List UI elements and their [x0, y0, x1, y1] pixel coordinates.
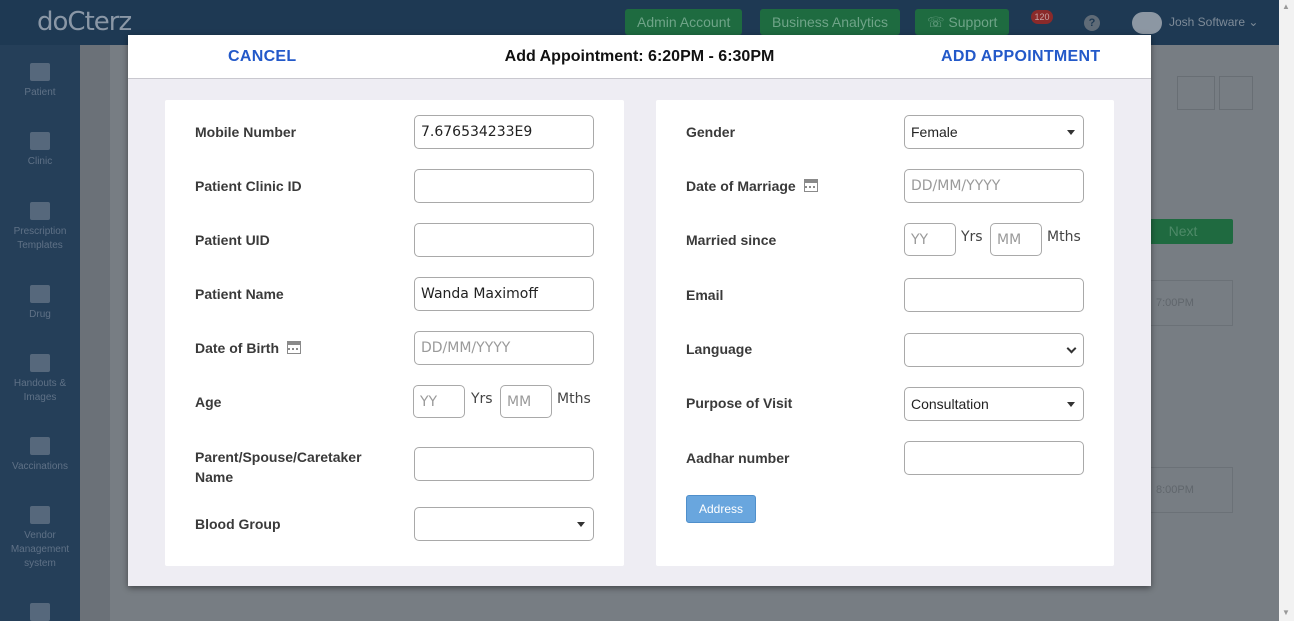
caretaker-name-field[interactable]: [414, 447, 594, 481]
sidebar: Patient Clinic Prescription Templates Dr…: [0, 45, 80, 621]
patient-clinic-id-field[interactable]: [414, 169, 594, 203]
calendar-icon[interactable]: [287, 341, 301, 354]
sidebar-item-label: Handouts & Images: [13, 378, 67, 403]
age-months-placeholder: MM: [507, 394, 532, 410]
age-years-placeholder: YY: [420, 394, 438, 410]
age-years-unit: Yrs: [471, 391, 493, 407]
support-label: Support: [948, 14, 998, 30]
support-button[interactable]: ☏ Support: [915, 9, 1010, 35]
email-label: Email: [686, 287, 724, 303]
patient-clinic-id-label: Patient Clinic ID: [195, 178, 302, 194]
admin-account-button[interactable]: Admin Account: [625, 9, 743, 35]
avatar[interactable]: [1132, 12, 1162, 34]
date-of-birth-field[interactable]: DD/MM/YYYY: [414, 331, 594, 365]
purpose-of-visit-label: Purpose of Visit: [686, 395, 793, 411]
married-years-placeholder: YY: [911, 232, 929, 248]
user-name: Josh Software: [1169, 15, 1246, 29]
medkit-icon: [30, 285, 50, 303]
married-months-field[interactable]: MM: [990, 223, 1042, 256]
refresh-icon[interactable]: [1219, 76, 1253, 110]
file-icon: [30, 437, 50, 455]
business-analytics-button[interactable]: Business Analytics: [760, 9, 900, 35]
date-of-marriage-placeholder: DD/MM/YYYY: [911, 178, 1001, 194]
gender-select[interactable]: Female: [904, 115, 1084, 149]
email-field[interactable]: [904, 278, 1084, 312]
sidebar-item-label: Patient: [24, 87, 56, 98]
file-list-icon: [30, 506, 50, 524]
scroll-down-icon[interactable]: ▼: [1282, 608, 1290, 617]
sidebar-item-label: Prescription Templates: [13, 226, 67, 251]
page-scrollbar[interactable]: ▲ ▼: [1279, 0, 1294, 621]
notification-badge[interactable]: 120: [1031, 10, 1053, 24]
additional-details-card: Gender Female Date of Marriage DD/MM/YYY…: [656, 100, 1114, 566]
patient-uid-label: Patient UID: [195, 232, 270, 248]
gender-label: Gender: [686, 124, 736, 140]
date-of-birth-label: Date of Birth: [195, 338, 301, 358]
purpose-of-visit-value: Consultation: [911, 396, 989, 412]
help-icon[interactable]: ?: [1084, 15, 1100, 31]
age-label: Age: [195, 394, 222, 410]
app-logo: doCterz: [37, 7, 132, 37]
married-months-unit: Mths: [1047, 229, 1081, 245]
sidebar-item-drug[interactable]: Drug: [0, 285, 80, 322]
mail-icon: [30, 603, 50, 621]
scroll-up-icon[interactable]: ▲: [1282, 2, 1290, 11]
modal-header: CANCEL Add Appointment: 6:20PM - 6:30PM …: [128, 35, 1151, 79]
age-years-field[interactable]: YY: [413, 385, 465, 418]
stethoscope-icon: [30, 132, 50, 150]
age-months-field[interactable]: MM: [500, 385, 552, 418]
patient-details-card: Mobile Number 7.676534233E9 Patient Clin…: [165, 100, 624, 566]
search-icon[interactable]: [1177, 76, 1215, 110]
language-label: Language: [686, 341, 753, 357]
calendar-icon[interactable]: [803, 179, 818, 192]
sidebar-item-label: Clinic: [27, 156, 53, 167]
blood-group-label: Blood Group: [195, 516, 281, 532]
date-of-birth-label-text: Date of Birth: [195, 340, 279, 356]
sidebar-item-patient[interactable]: Patient: [0, 63, 80, 100]
married-since-label: Married since: [686, 232, 777, 248]
blood-group-select[interactable]: [414, 507, 594, 541]
sidebar-item-vaccinations[interactable]: Vaccinations: [0, 437, 80, 474]
document-icon: [30, 202, 50, 220]
mobile-number-label: Mobile Number: [195, 124, 297, 140]
married-years-field[interactable]: YY: [904, 223, 956, 256]
age-months-unit: Mths: [557, 391, 591, 407]
patient-uid-field[interactable]: [414, 223, 594, 257]
add-appointment-modal: CANCEL Add Appointment: 6:20PM - 6:30PM …: [128, 35, 1151, 586]
sidebar-item-label: Vendor Management system: [10, 530, 70, 569]
book-icon: [30, 354, 50, 372]
married-years-unit: Yrs: [961, 229, 983, 245]
grid-icon: [30, 63, 50, 81]
aadhar-number-label: Aadhar number: [686, 450, 790, 466]
mobile-number-field[interactable]: 7.676534233E9: [414, 115, 594, 149]
date-of-marriage-field[interactable]: DD/MM/YYYY: [904, 169, 1084, 203]
sidebar-item-label: Drug: [29, 309, 51, 320]
patient-name-label: Patient Name: [195, 286, 284, 302]
gender-value: Female: [911, 124, 958, 140]
user-menu[interactable]: Josh Software ⌄: [1169, 15, 1258, 29]
chevron-down-icon: [1066, 343, 1077, 354]
married-months-placeholder: MM: [997, 232, 1022, 248]
sidebar-item-label: Vaccinations: [12, 461, 68, 472]
sidebar-item-vendor[interactable]: Vendor Management system: [0, 506, 80, 571]
address-button[interactable]: Address: [686, 495, 756, 523]
caret-down-icon: [1067, 130, 1075, 135]
date-of-marriage-label-text: Date of Marriage: [686, 178, 796, 194]
date-of-birth-placeholder: DD/MM/YYYY: [421, 340, 511, 356]
caret-down-icon: [577, 522, 585, 527]
patient-name-field[interactable]: Wanda Maximoff: [414, 277, 594, 311]
sidebar-item-mail[interactable]: [0, 603, 80, 621]
purpose-of-visit-select[interactable]: Consultation: [904, 387, 1084, 421]
language-select[interactable]: [904, 333, 1084, 367]
aadhar-number-field[interactable]: [904, 441, 1084, 475]
sidebar-item-handouts[interactable]: Handouts & Images: [0, 354, 80, 405]
sidebar-item-prescription-templates[interactable]: Prescription Templates: [0, 202, 80, 253]
date-of-marriage-label: Date of Marriage: [686, 176, 818, 196]
caretaker-name-label: Parent/Spouse/Caretaker Name: [195, 449, 362, 485]
add-appointment-button[interactable]: ADD APPOINTMENT: [941, 48, 1100, 66]
caret-down-icon: [1067, 402, 1075, 407]
sidebar-item-clinic[interactable]: Clinic: [0, 132, 80, 169]
